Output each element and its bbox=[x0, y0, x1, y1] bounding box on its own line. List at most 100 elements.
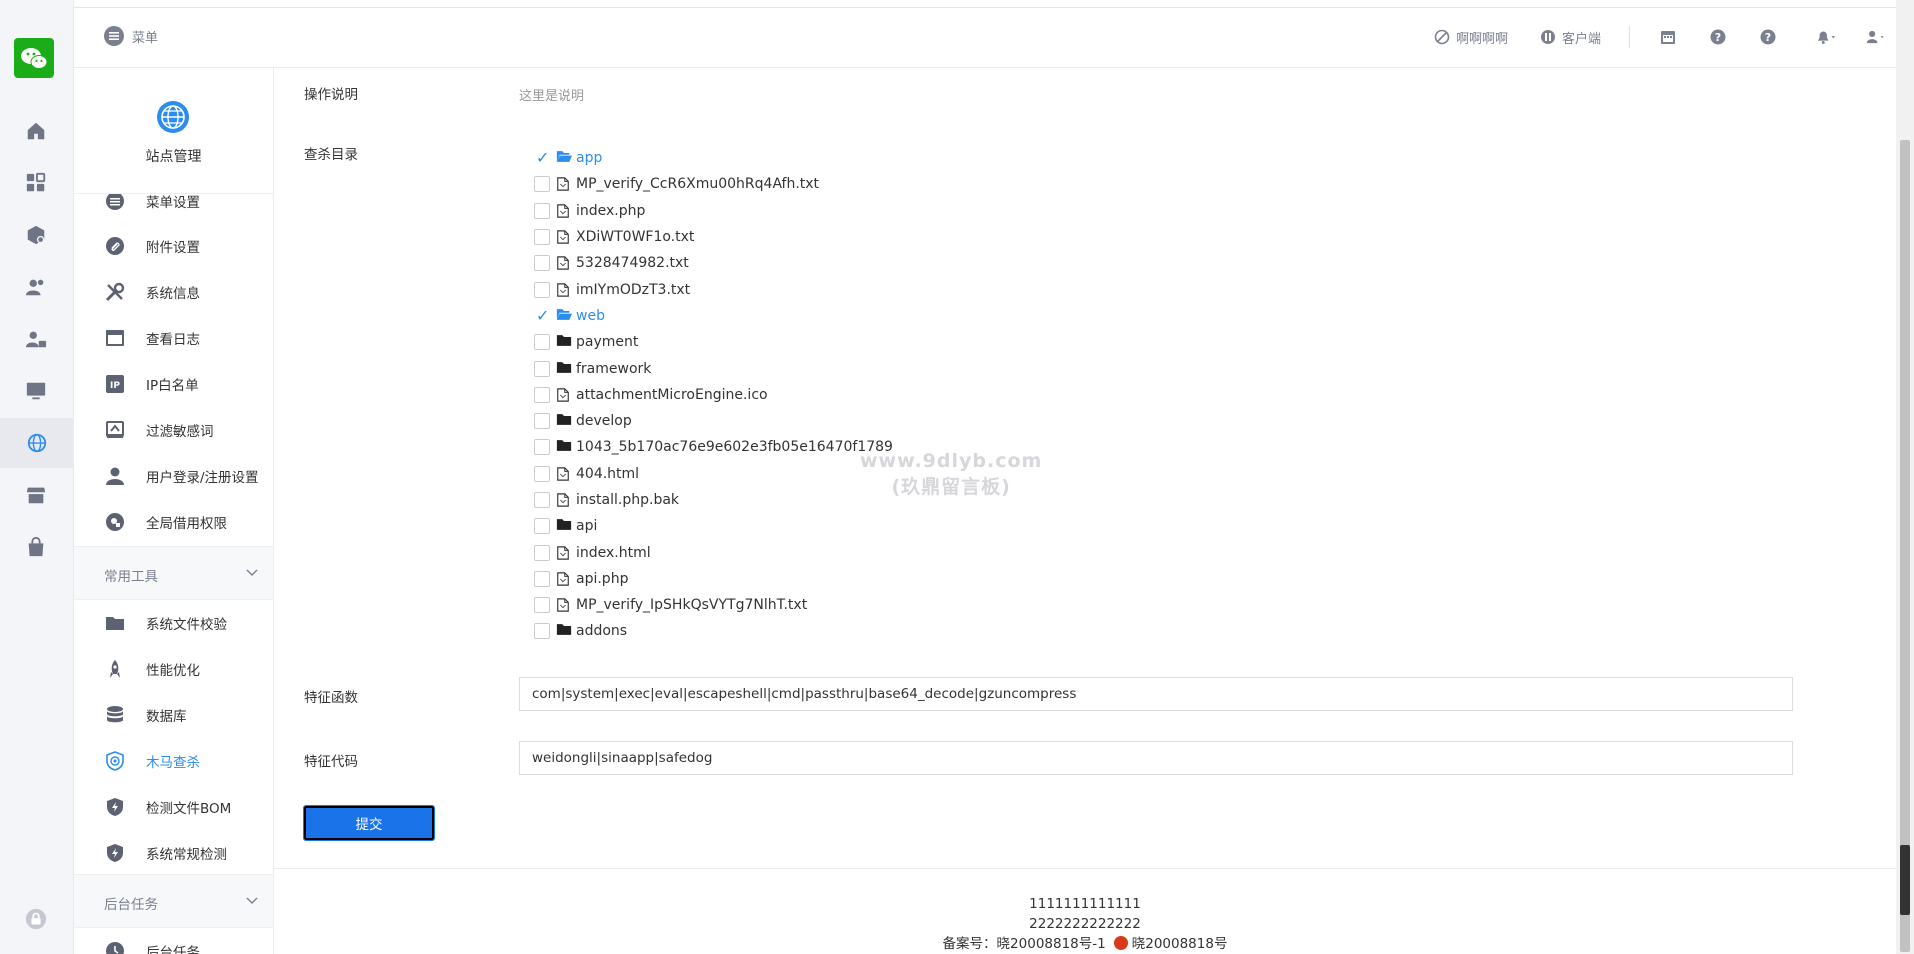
user-lock-icon[interactable] bbox=[23, 326, 49, 352]
store-icon[interactable] bbox=[23, 482, 49, 508]
help-icon[interactable]: ? bbox=[1710, 27, 1730, 47]
scrollbar-end bbox=[1900, 845, 1910, 915]
group-common-tools[interactable]: 常用工具 bbox=[74, 546, 273, 600]
tree-item-label: web bbox=[576, 307, 605, 324]
sidebar-item-bom-check[interactable]: 检测文件BOM bbox=[74, 784, 273, 830]
sidebar-item-logs[interactable]: 查看日志 bbox=[74, 315, 273, 361]
link-client[interactable]: 客户端 bbox=[1540, 28, 1601, 47]
tree-checkbox[interactable] bbox=[534, 518, 550, 535]
tree-checkbox[interactable] bbox=[534, 544, 550, 561]
link-aaaa[interactable]: 啊啊啊啊 bbox=[1434, 28, 1508, 47]
sidebar-item-attachment[interactable]: 附件设置 bbox=[74, 223, 273, 269]
tree-item[interactable]: payment bbox=[534, 329, 893, 355]
clock-icon bbox=[104, 940, 126, 954]
tree-item[interactable]: attachmentMicroEngine.ico bbox=[534, 382, 893, 408]
tree-item-label: addons bbox=[576, 623, 628, 640]
tree-item-label: XDiWT0WF1o.txt bbox=[576, 229, 695, 246]
tree-item[interactable]: index.php bbox=[534, 198, 893, 224]
file-icon bbox=[556, 571, 572, 587]
sidebar-item-label: 附件设置 bbox=[146, 240, 200, 256]
folder-open-icon bbox=[556, 150, 572, 166]
tree-checkbox[interactable] bbox=[534, 281, 550, 298]
package-icon[interactable] bbox=[23, 222, 49, 248]
beian-link-2[interactable]: 晓20008818号 bbox=[1132, 936, 1228, 952]
user-menu-icon[interactable] bbox=[1866, 27, 1886, 47]
beian-link[interactable]: 备案号：晓20008818号-1 bbox=[943, 936, 1106, 952]
sidebar-item-ip-whitelist[interactable]: IP IP白名单 bbox=[74, 361, 273, 407]
tree-item[interactable]: MP_verify_IpSHkQsVYTg7NlhT.txt bbox=[534, 592, 893, 618]
tree-item[interactable]: imIYmODzT3.txt bbox=[534, 276, 893, 302]
bag-icon[interactable] bbox=[23, 534, 49, 560]
tree-item[interactable]: app bbox=[534, 145, 893, 171]
menu-toggle[interactable]: 菜单 bbox=[104, 26, 158, 46]
tree-item[interactable]: api bbox=[534, 513, 893, 539]
sidebar-item-database[interactable]: 数据库 bbox=[74, 692, 273, 738]
tree-checkbox[interactable] bbox=[534, 570, 550, 587]
folder-icon bbox=[556, 623, 572, 639]
tree-checkbox[interactable] bbox=[534, 597, 550, 614]
sidebar-item-file-check[interactable]: 系统文件校验 bbox=[74, 600, 273, 646]
calendar-icon[interactable] bbox=[1660, 27, 1680, 47]
tree-item[interactable]: web bbox=[534, 303, 893, 329]
users-icon[interactable] bbox=[23, 274, 49, 300]
home-icon[interactable] bbox=[23, 118, 49, 144]
group-label: 常用工具 bbox=[104, 569, 158, 585]
ip-icon: IP bbox=[104, 373, 126, 395]
tree-checkbox[interactable] bbox=[534, 360, 550, 377]
group-label: 后台任务 bbox=[104, 897, 158, 913]
tree-checkbox[interactable] bbox=[534, 439, 550, 456]
help-icon-2[interactable]: ? bbox=[1760, 27, 1780, 47]
tree-item[interactable]: 404.html bbox=[534, 461, 893, 487]
folder-icon bbox=[556, 439, 572, 455]
tree-item[interactable]: XDiWT0WF1o.txt bbox=[534, 224, 893, 250]
monitor-icon[interactable] bbox=[23, 378, 49, 404]
globe-icon[interactable] bbox=[0, 418, 74, 468]
tree-item[interactable]: api.php bbox=[534, 566, 893, 592]
sidebar-item-global-permissions[interactable]: 全局借用权限 bbox=[74, 499, 273, 545]
sidebar-item-system-info[interactable]: 系统信息 bbox=[74, 269, 273, 315]
tree-checkbox[interactable] bbox=[534, 492, 550, 508]
group-background-tasks[interactable]: 后台任务 bbox=[74, 874, 273, 928]
sidebar-item-performance[interactable]: 性能优化 bbox=[74, 646, 273, 692]
apps-icon[interactable] bbox=[23, 170, 49, 196]
tree-checkbox[interactable] bbox=[534, 255, 550, 272]
tree-item[interactable]: MP_verify_CcR6Xmu00hRq4Afh.txt bbox=[534, 171, 893, 197]
shield-target-icon bbox=[104, 750, 126, 772]
feature-code-input[interactable] bbox=[519, 741, 1793, 775]
sidebar-item-routine-check[interactable]: 系统常规检测 bbox=[74, 830, 273, 876]
sidebar-item-trojan-scan[interactable]: 木马查杀 bbox=[74, 738, 273, 784]
tree-item[interactable]: develop bbox=[534, 408, 893, 434]
tree-checkbox[interactable] bbox=[534, 334, 550, 351]
submit-button[interactable]: 提交 bbox=[303, 805, 435, 841]
link-client-label: 客户端 bbox=[1561, 31, 1601, 47]
tree-checkbox[interactable] bbox=[534, 623, 550, 640]
tree-checkbox[interactable] bbox=[534, 386, 550, 403]
tree-checkbox[interactable] bbox=[534, 229, 550, 246]
tree-checkbox[interactable] bbox=[534, 176, 550, 193]
tree-checkbox[interactable] bbox=[534, 413, 550, 430]
feature-functions-input[interactable] bbox=[519, 677, 1793, 711]
tree-checkbox[interactable] bbox=[534, 465, 550, 482]
wechat-logo-icon[interactable] bbox=[14, 38, 54, 78]
footer-beian: 备案号：晓20008818号-1 晓20008818号 bbox=[274, 934, 1896, 954]
tree-item[interactable]: install.php.bak bbox=[534, 487, 893, 513]
tree-checkbox[interactable] bbox=[534, 306, 550, 325]
tree-item[interactable]: 5328474982.txt bbox=[534, 250, 893, 276]
sidebar-item-tasks[interactable]: 后台任务 bbox=[74, 928, 273, 954]
file-icon bbox=[556, 229, 572, 245]
lock-icon[interactable] bbox=[23, 906, 49, 932]
tree-checkbox[interactable] bbox=[534, 202, 550, 219]
folder-icon bbox=[556, 334, 572, 350]
tree-item[interactable]: 1043_5b170ac76e9e602e3fb05e16470f1789 bbox=[534, 434, 893, 460]
sidebar-item-login-settings[interactable]: 用户登录/注册设置 bbox=[74, 453, 273, 499]
footer-divider bbox=[274, 868, 1896, 869]
tree-checkbox[interactable] bbox=[534, 148, 550, 167]
tree-item[interactable]: framework bbox=[534, 355, 893, 381]
client-icon bbox=[1540, 30, 1555, 44]
tree-item[interactable]: addons bbox=[534, 618, 893, 644]
sidebar-item-label: 系统信息 bbox=[146, 286, 200, 302]
tree-item[interactable]: index.html bbox=[534, 539, 893, 565]
scrollbar-thumb[interactable] bbox=[1900, 140, 1910, 952]
sidebar-item-filter-words[interactable]: 过滤敏感词 bbox=[74, 407, 273, 453]
bell-icon[interactable] bbox=[1816, 27, 1836, 47]
